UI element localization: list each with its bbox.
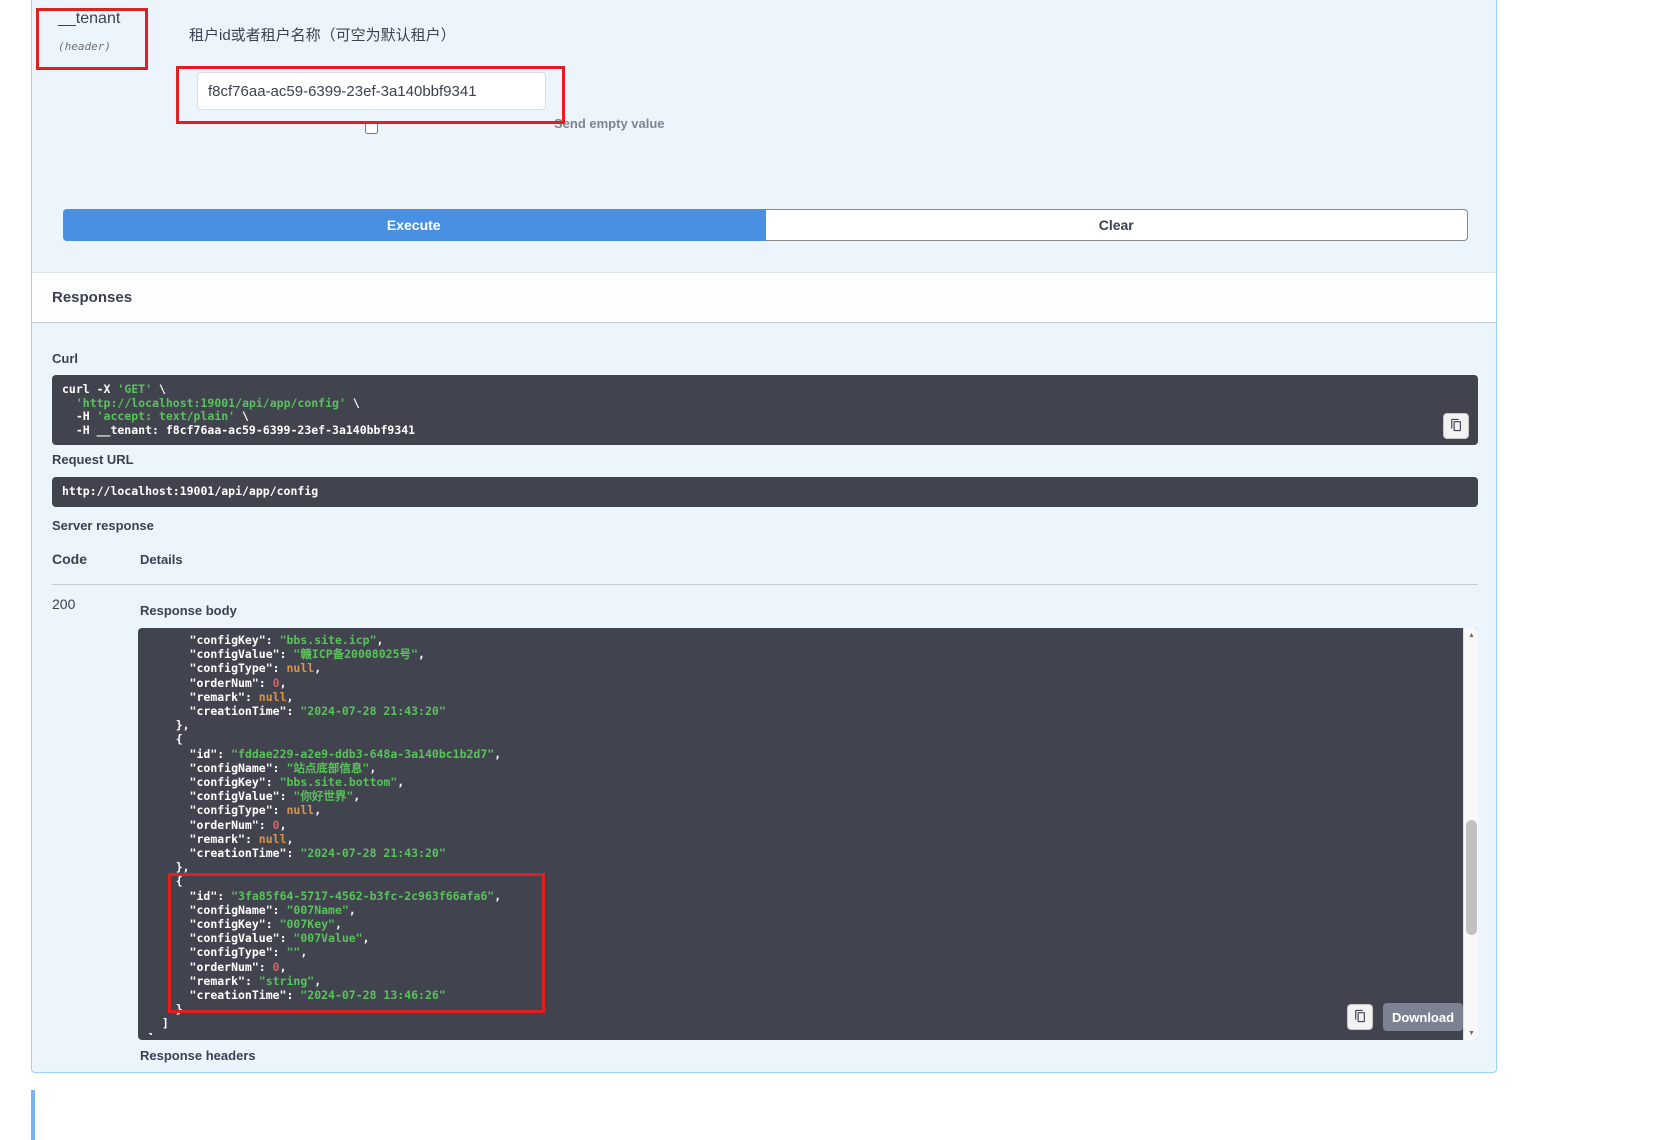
annotation-rect-json-object (168, 873, 545, 1013)
curl-copy-button[interactable] (1443, 413, 1469, 439)
parameter-description: 租户id或者租户名称（可空为默认租户） (189, 24, 456, 45)
scrollbar-thumb[interactable] (1466, 820, 1477, 935)
request-url-label: Request URL (52, 452, 134, 467)
response-headers-label: Response headers (140, 1048, 256, 1063)
clipboard-icon (1449, 418, 1463, 435)
swagger-page: __tenant (header) 租户id或者租户名称（可空为默认租户） Se… (0, 0, 1667, 1140)
details-column-header: Details (140, 552, 183, 567)
clipboard-icon (1353, 1009, 1367, 1026)
annotation-rect-tenant-param (36, 8, 148, 70)
request-url-block: http://localhost:19001/api/app/config (52, 477, 1478, 507)
annotation-rect-tenant-input (176, 66, 565, 124)
next-opblock-edge (31, 1090, 35, 1140)
clear-button[interactable]: Clear (765, 209, 1469, 241)
response-body-label: Response body (140, 603, 237, 618)
curl-code: curl -X 'GET' \ 'http://localhost:19001/… (62, 383, 1468, 437)
code-column-header: Code (52, 551, 87, 567)
execute-button[interactable]: Execute (63, 209, 765, 241)
status-code: 200 (52, 596, 75, 612)
server-response-label: Server response (52, 518, 154, 533)
responses-section-header: Responses (32, 272, 1496, 323)
scroll-down-icon[interactable]: ▼ (1464, 1026, 1479, 1040)
scroll-up-icon[interactable]: ▲ (1464, 628, 1479, 642)
table-header-divider (52, 584, 1478, 585)
download-button[interactable]: Download (1383, 1003, 1463, 1031)
send-empty-label: Send empty value (554, 116, 665, 131)
request-url-text: http://localhost:19001/api/app/config (62, 485, 318, 499)
responses-title: Responses (52, 289, 132, 306)
curl-label: Curl (52, 351, 78, 366)
action-button-row: Execute Clear (63, 209, 1468, 241)
response-copy-button[interactable] (1347, 1004, 1373, 1030)
response-body-scrollbar[interactable]: ▲ ▼ (1463, 628, 1478, 1040)
curl-block: curl -X 'GET' \ 'http://localhost:19001/… (52, 375, 1478, 445)
